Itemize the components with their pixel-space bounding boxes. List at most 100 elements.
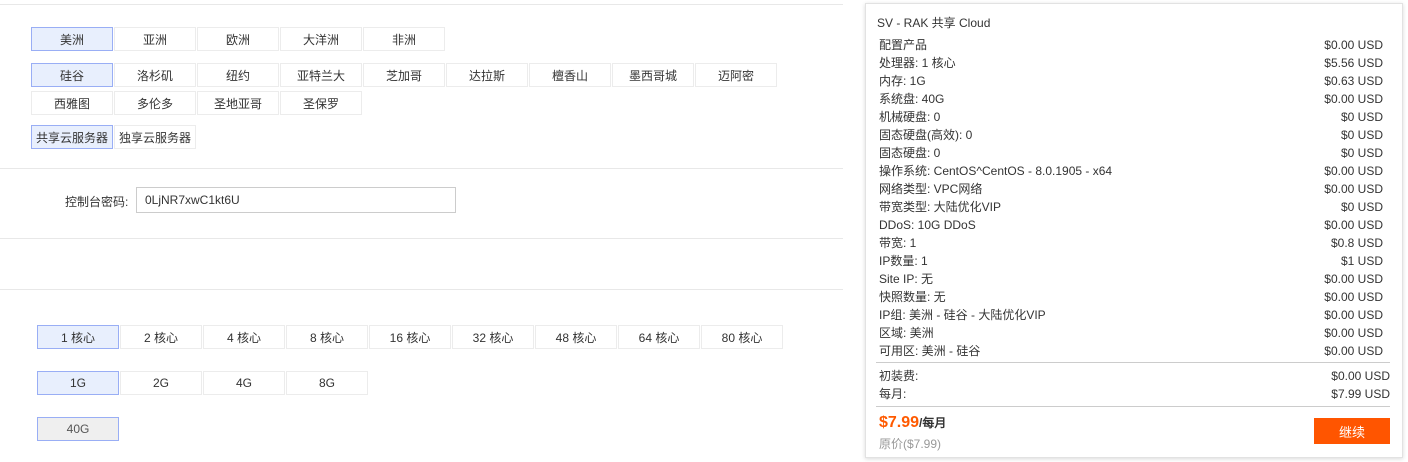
city-option[interactable]: 硅谷	[31, 63, 113, 87]
item-label: IP数量: 1	[879, 254, 928, 268]
divider	[0, 4, 843, 5]
city-option[interactable]: 墨西哥城	[612, 63, 694, 87]
city-option[interactable]: 檀香山	[529, 63, 611, 87]
setup-fee-price: $0.00 USD	[1331, 369, 1390, 383]
server-type-selector: 共享云服务器 独享云服务器	[31, 125, 531, 153]
setup-fee-label: 初装费:	[879, 369, 919, 383]
item-price: $0.00 USD	[1324, 308, 1383, 322]
region-option[interactable]: 欧洲	[197, 27, 279, 51]
city-option[interactable]: 洛杉矶	[114, 63, 196, 87]
item-price: $1 USD	[1340, 254, 1383, 268]
item-label: 固态硬盘: 0	[879, 146, 941, 160]
item-price: $0 USD	[1340, 200, 1383, 214]
city-option[interactable]: 亚特兰大	[280, 63, 362, 87]
divider	[876, 406, 1390, 407]
item-price: $0.00 USD	[1324, 326, 1383, 340]
divider	[0, 238, 843, 239]
total-price: $7.99/每月	[879, 414, 946, 432]
server-type-option[interactable]: 共享云服务器	[31, 125, 113, 149]
memory-option[interactable]: 8G	[286, 371, 368, 395]
city-option[interactable]: 圣地亚哥	[197, 91, 279, 115]
cpu-option[interactable]: 4 核心	[203, 325, 285, 349]
disk-selector: 40G	[37, 417, 537, 445]
password-input[interactable]	[136, 187, 456, 213]
city-option[interactable]: 达拉斯	[446, 63, 528, 87]
item-price: $0 USD	[1340, 128, 1383, 142]
summary-item: 内存: 1G $0.63 USD	[879, 72, 1383, 90]
continue-button[interactable]: 继续	[1314, 418, 1390, 444]
city-option[interactable]: 芝加哥	[363, 63, 445, 87]
item-label: 网络类型: VPC网络	[879, 182, 983, 196]
item-price: $0.00 USD	[1324, 218, 1383, 232]
password-label: 控制台密码:	[65, 195, 129, 209]
summary-item: 带宽类型: 大陆优化VIP $0 USD	[879, 198, 1383, 216]
memory-option[interactable]: 1G	[37, 371, 119, 395]
summary-item: 带宽: 1 $0.8 USD	[879, 234, 1383, 252]
summary-item: DDoS: 10G DDoS $0.00 USD	[879, 216, 1383, 234]
item-label: 系统盘: 40G	[879, 92, 945, 106]
item-price: $0.00 USD	[1324, 92, 1383, 106]
item-label: 操作系统: CentOS^CentOS - 8.0.1905 - x64	[879, 164, 1113, 178]
region-option[interactable]: 非洲	[363, 27, 445, 51]
item-label: IP组: 美洲 - 硅谷 - 大陆优化VIP	[879, 308, 1046, 322]
summary-item: 机械硬盘: 0 $0 USD	[879, 108, 1383, 126]
divider	[0, 289, 843, 290]
summary-item: 固态硬盘: 0 $0 USD	[879, 144, 1383, 162]
summary-item: 可用区: 美洲 - 硅谷 $0.00 USD	[879, 342, 1383, 360]
item-label: 带宽类型: 大陆优化VIP	[879, 200, 1002, 214]
summary-item: 系统盘: 40G $0.00 USD	[879, 90, 1383, 108]
disk-option[interactable]: 40G	[37, 417, 119, 441]
summary-item: 操作系统: CentOS^CentOS - 8.0.1905 - x64 $0.0…	[879, 162, 1383, 180]
item-label: 配置产品	[879, 38, 928, 52]
city-selector: 硅谷 洛杉矶 纽约 亚特兰大 芝加哥 达拉斯 檀香山 墨西哥城 迈阿密西雅图 多伦多 圣地亚哥 圣保罗	[31, 63, 791, 119]
region-option[interactable]: 大洋洲	[280, 27, 362, 51]
order-summary-panel: SV - RAK 共享 Cloud 配置产品 $0.00 USD 处理器: 1 核心…	[865, 3, 1403, 458]
server-type-option[interactable]: 独享云服务器	[114, 125, 196, 149]
city-option[interactable]: 圣保罗	[280, 91, 362, 115]
summary-item: IP组: 美洲 - 硅谷 - 大陆优化VIP $0.00 USD	[879, 306, 1383, 324]
item-label: 带宽: 1	[879, 236, 917, 250]
cpu-option[interactable]: 1 核心	[37, 325, 119, 349]
item-price: $0.00 USD	[1324, 182, 1383, 196]
item-label: 机械硬盘: 0	[879, 110, 941, 124]
item-price: $0.00 USD	[1324, 272, 1383, 286]
item-label: 内存: 1G	[879, 74, 926, 88]
memory-option[interactable]: 2G	[120, 371, 202, 395]
cpu-option[interactable]: 8 核心	[286, 325, 368, 349]
summary-item: 区域: 美洲 $0.00 USD	[879, 324, 1383, 342]
item-price: $5.56 USD	[1324, 56, 1383, 70]
original-price: 原价($7.99)	[879, 437, 942, 451]
city-option[interactable]: 迈阿密	[695, 63, 777, 87]
item-price: $0.00 USD	[1324, 344, 1383, 358]
city-option[interactable]: 纽约	[197, 63, 279, 87]
summary-item: 固态硬盘(高效): 0 $0 USD	[879, 126, 1383, 144]
summary-item: 网络类型: VPC网络 $0.00 USD	[879, 180, 1383, 198]
summary-item: Site IP: 无 $0.00 USD	[879, 270, 1383, 288]
item-label: 区域: 美洲	[879, 326, 934, 340]
product-title: SV - RAK 共享 Cloud	[877, 16, 991, 30]
total-amount: $7.99	[879, 414, 920, 431]
monthly-price: $7.99 USD	[1331, 387, 1390, 401]
summary-item: 配置产品 $0.00 USD	[879, 36, 1383, 54]
memory-option[interactable]: 4G	[203, 371, 285, 395]
city-option[interactable]: 多伦多	[114, 91, 196, 115]
cpu-option[interactable]: 16 核心	[369, 325, 451, 349]
cpu-option[interactable]: 48 核心	[535, 325, 617, 349]
cpu-option[interactable]: 32 核心	[452, 325, 534, 349]
summary-items: 配置产品 $0.00 USD 处理器: 1 核心 $5.56 USD 内存: 1G $0.…	[879, 36, 1383, 360]
item-label: 处理器: 1 核心	[879, 56, 956, 70]
region-option[interactable]: 美洲	[31, 27, 113, 51]
item-label: 固态硬盘(高效): 0	[879, 128, 973, 142]
cpu-option[interactable]: 80 核心	[701, 325, 783, 349]
region-option[interactable]: 亚洲	[114, 27, 196, 51]
cpu-option[interactable]: 2 核心	[120, 325, 202, 349]
cpu-option[interactable]: 64 核心	[618, 325, 700, 349]
region-selector: 美洲 亚洲 欧洲 大洋洲 非洲	[31, 27, 531, 55]
item-label: Site IP: 无	[879, 272, 934, 286]
memory-selector: 1G 2G 4G 8G	[37, 371, 537, 399]
city-option[interactable]: 西雅图	[31, 91, 113, 115]
item-price: $0 USD	[1340, 146, 1383, 160]
summary-item: IP数量: 1 $1 USD	[879, 252, 1383, 270]
item-price: $0.00 USD	[1324, 290, 1383, 304]
summary-item: 处理器: 1 核心 $5.56 USD	[879, 54, 1383, 72]
